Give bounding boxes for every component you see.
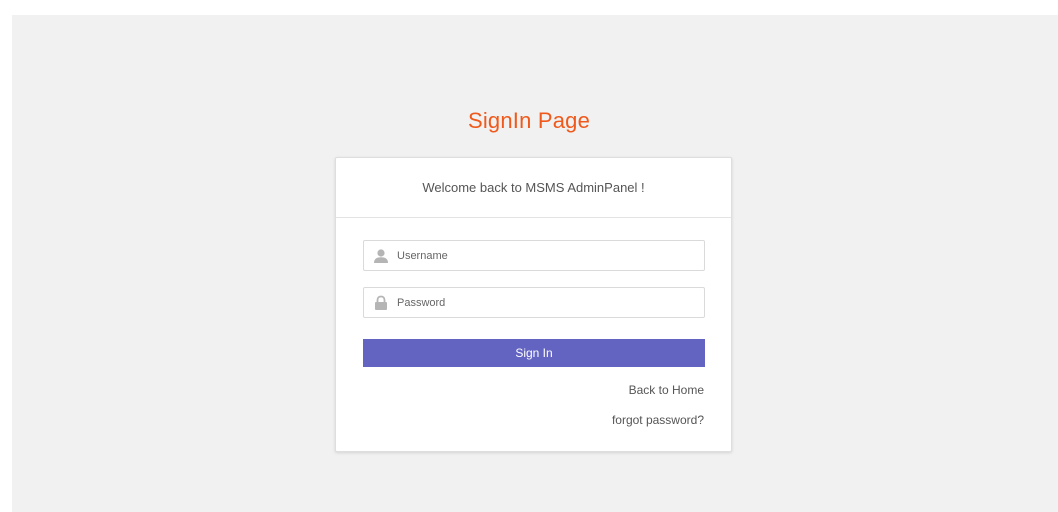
welcome-message: Welcome back to MSMS AdminPanel ! [336, 158, 731, 218]
back-to-home-link[interactable]: Back to Home [629, 383, 704, 397]
password-input[interactable] [397, 288, 704, 317]
password-field[interactable] [363, 287, 705, 318]
username-input[interactable] [397, 241, 704, 270]
user-icon [374, 248, 388, 263]
lock-icon [375, 295, 387, 310]
signin-card: Welcome back to MSMS AdminPanel ! Sign I… [335, 157, 732, 452]
signin-button[interactable]: Sign In [363, 339, 705, 367]
page-title: SignIn Page [467, 108, 591, 133]
username-field[interactable] [363, 240, 705, 271]
forgot-password-link[interactable]: forgot password? [612, 413, 704, 427]
